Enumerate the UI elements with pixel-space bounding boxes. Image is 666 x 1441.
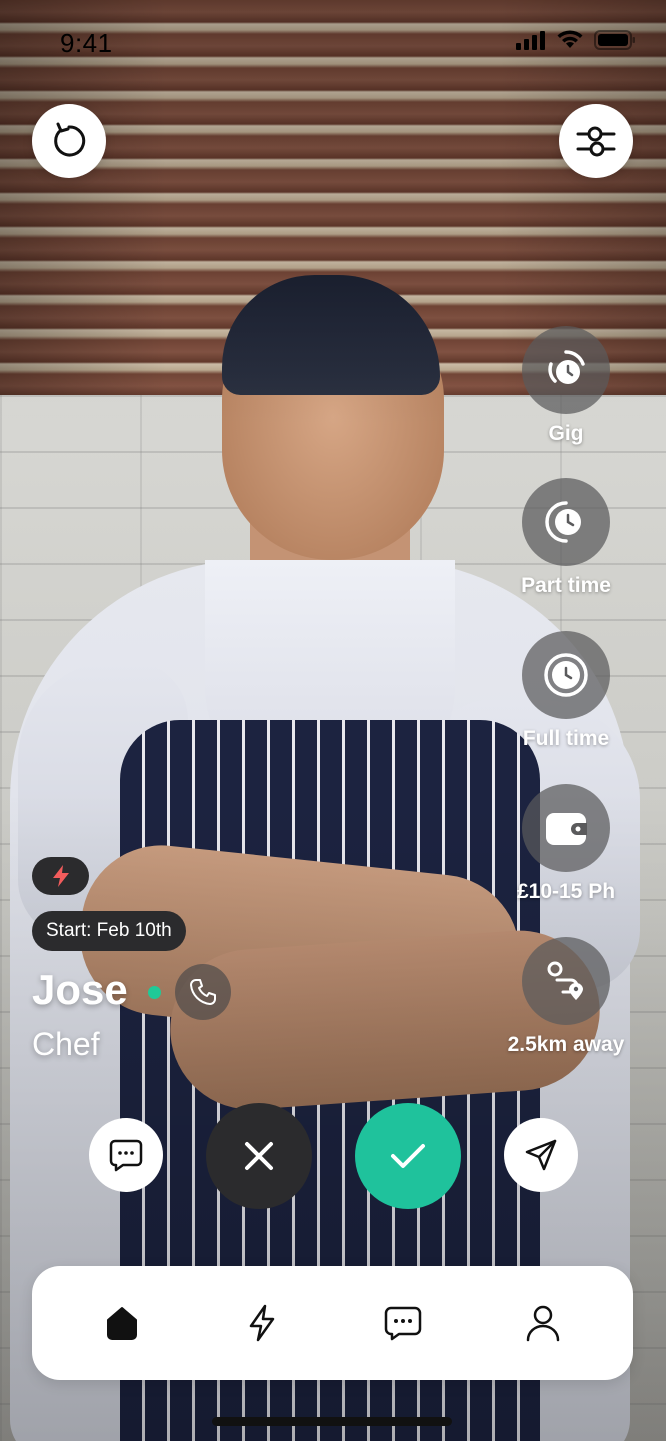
instant-badge bbox=[32, 857, 89, 895]
stat-part-time[interactable]: Part time bbox=[496, 478, 636, 598]
status-icons bbox=[516, 30, 636, 50]
check-icon bbox=[391, 1144, 425, 1168]
rewind-button[interactable] bbox=[32, 104, 106, 178]
chat-icon bbox=[109, 1139, 143, 1172]
start-date-badge: Start: Feb 10th bbox=[32, 911, 186, 951]
clock-quarter-icon bbox=[548, 350, 585, 384]
home-indicator bbox=[212, 1417, 452, 1426]
wallet-icon bbox=[546, 813, 587, 845]
candidate-role: Chef bbox=[32, 1026, 100, 1062]
bottom-nav bbox=[32, 1266, 633, 1380]
status-time: 9:41 bbox=[60, 28, 113, 58]
stat-distance[interactable]: 2.5km away bbox=[496, 937, 636, 1057]
stat-label: Full time bbox=[522, 727, 610, 750]
call-button[interactable] bbox=[175, 964, 231, 1020]
send-icon bbox=[525, 1139, 557, 1171]
nav-messages[interactable] bbox=[371, 1291, 435, 1355]
chat-button[interactable] bbox=[89, 1118, 163, 1192]
send-button[interactable] bbox=[504, 1118, 578, 1192]
bolt-icon bbox=[250, 1304, 275, 1342]
stat-pay[interactable]: £10-15 Ph bbox=[496, 784, 636, 904]
stat-full-time[interactable]: Full time bbox=[496, 631, 636, 751]
online-status-dot bbox=[148, 986, 161, 999]
stat-label: £10-15 Ph bbox=[516, 880, 616, 903]
signal-icon bbox=[516, 31, 545, 50]
profile-icon bbox=[526, 1305, 560, 1342]
rewind-icon bbox=[54, 122, 86, 157]
stat-label: 2.5km away bbox=[507, 1033, 625, 1056]
wifi-icon bbox=[557, 30, 583, 48]
nav-activity[interactable] bbox=[230, 1291, 294, 1355]
stat-label: Gig bbox=[548, 422, 584, 445]
close-icon bbox=[245, 1142, 273, 1170]
bolt-icon bbox=[52, 865, 69, 887]
clock-full-icon bbox=[544, 653, 588, 697]
nav-home[interactable] bbox=[90, 1291, 154, 1355]
stat-gig[interactable]: Gig bbox=[496, 326, 636, 446]
candidate-name: Jose bbox=[32, 966, 128, 1013]
clock-half-icon bbox=[545, 501, 581, 543]
accept-button[interactable] bbox=[355, 1103, 461, 1209]
stat-label: Part time bbox=[521, 574, 611, 597]
messages-icon bbox=[384, 1306, 421, 1341]
home-icon bbox=[107, 1307, 138, 1340]
phone-icon bbox=[190, 979, 216, 1005]
filter-button[interactable] bbox=[559, 104, 633, 178]
nav-profile[interactable] bbox=[511, 1291, 575, 1355]
route-icon bbox=[547, 961, 583, 1000]
battery-icon bbox=[594, 30, 635, 50]
sliders-icon bbox=[576, 126, 616, 157]
reject-button[interactable] bbox=[206, 1103, 312, 1209]
